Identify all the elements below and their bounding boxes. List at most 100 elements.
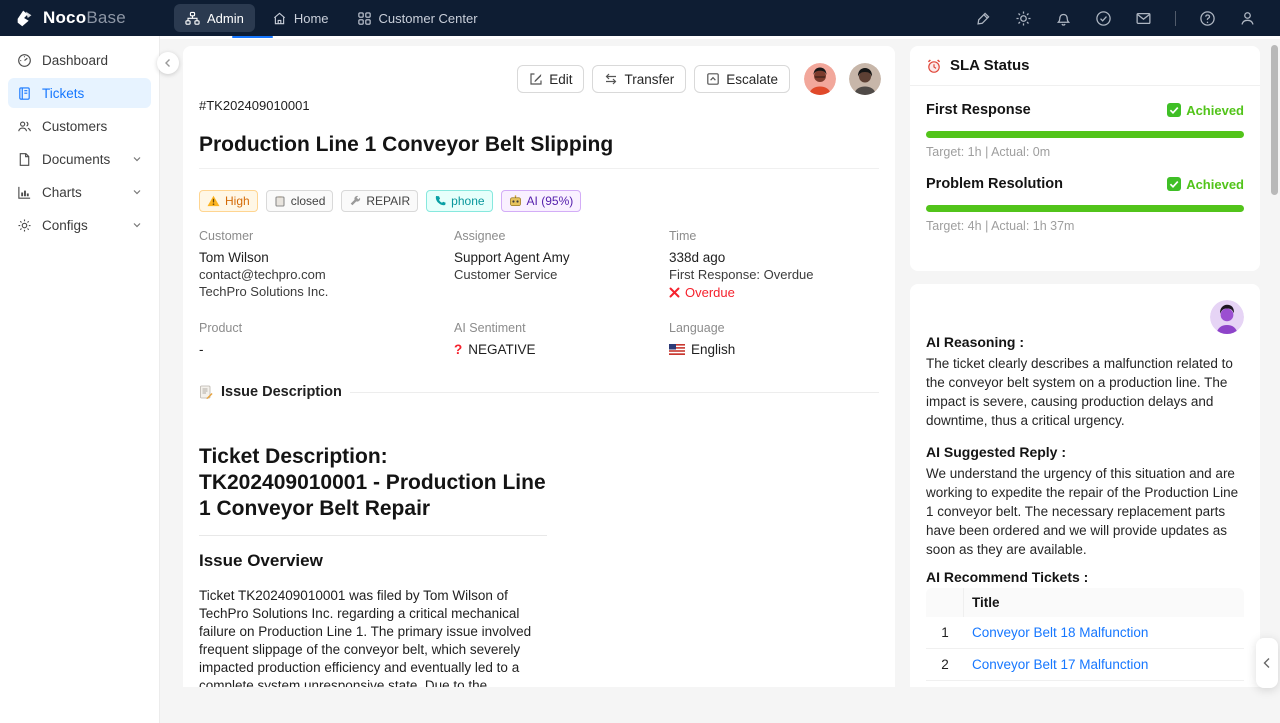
field-label: Assignee — [454, 229, 669, 243]
chevron-down-icon — [132, 154, 142, 164]
document-icon — [17, 152, 32, 167]
time-ago: 338d ago — [669, 250, 879, 265]
sidebar-item-label: Tickets — [42, 86, 84, 101]
us-flag-icon — [669, 344, 685, 355]
description-heading: Ticket Description: TK202409010001 - Pro… — [199, 444, 547, 536]
first-response-status: First Response: Overdue — [669, 267, 879, 284]
customer-email: contact@techpro.com — [199, 267, 454, 284]
question-mark-icon: ? — [454, 342, 462, 357]
field-product: Product - — [199, 321, 454, 359]
table-header-title: Title — [964, 588, 1244, 617]
sidebar-item-charts[interactable]: Charts — [8, 177, 151, 207]
check-badge-icon — [1167, 177, 1181, 191]
dashboard-icon — [17, 53, 32, 68]
section-title: Issue Description — [221, 384, 342, 400]
sla-progress-bar — [926, 131, 1244, 138]
assignee-name: Support Agent Amy — [454, 250, 669, 265]
nav-item-customer-center[interactable]: Customer Center — [346, 4, 489, 32]
sidebar-item-documents[interactable]: Documents — [8, 144, 151, 174]
product-value: - — [199, 342, 454, 357]
edit-button[interactable]: Edit — [517, 65, 584, 93]
transfer-arrows-icon — [604, 72, 618, 86]
escalate-button[interactable]: Escalate — [694, 65, 790, 93]
recommend-tickets-table: Title 1 Conveyor Belt 18 Malfunction 2 C… — [926, 588, 1244, 681]
user-icon[interactable] — [1239, 10, 1256, 27]
field-label: Time — [669, 229, 879, 243]
check-badge-icon — [1167, 103, 1181, 117]
wrench-icon — [349, 195, 361, 207]
field-label: Product — [199, 321, 454, 335]
sidebar-item-customers[interactable]: Customers — [8, 111, 151, 141]
escalate-arrow-icon — [706, 72, 720, 86]
divider — [199, 168, 879, 169]
ticket-link[interactable]: Conveyor Belt 17 Malfunction — [964, 649, 1244, 680]
notifications-bell-icon[interactable] — [1055, 10, 1072, 27]
nav-item-admin[interactable]: Admin — [174, 4, 255, 32]
sidebar-item-label: Charts — [42, 185, 82, 200]
divider — [350, 392, 879, 393]
ai-reasoning-text: The ticket clearly describes a malfuncti… — [926, 354, 1244, 430]
sla-status-card: SLA Status First Response Achieved — [910, 46, 1260, 271]
ai-suggested-reply-text: We understand the urgency of this situat… — [926, 464, 1244, 559]
settings-gear-icon[interactable] — [1015, 10, 1032, 27]
nocobase-logo-icon — [14, 7, 36, 29]
description-body: Ticket TK202409010001 was filed by Tom W… — [199, 587, 547, 687]
field-language: Language English — [669, 321, 879, 359]
ui-editor-pen-icon[interactable] — [975, 10, 992, 27]
overdue-status: Overdue — [669, 285, 879, 302]
sla-item-problem-resolution: Problem Resolution Achieved Target: 4h |… — [926, 176, 1244, 233]
ticket-link[interactable]: Conveyor Belt 18 Malfunction — [964, 617, 1244, 648]
ai-assistant-avatar — [1210, 300, 1244, 334]
chevron-left-icon — [1262, 657, 1272, 669]
sla-target-text: Target: 1h | Actual: 0m — [926, 145, 1244, 159]
right-panel-collapse-button[interactable] — [1256, 638, 1278, 688]
field-assignee: Assignee Support Agent Amy Customer Serv… — [454, 229, 669, 301]
language-value: English — [691, 342, 735, 357]
mail-icon[interactable] — [1135, 10, 1152, 27]
ticket-tags: High closed REPAIR — [199, 190, 879, 212]
field-customer: Customer Tom Wilson contact@techpro.com … — [199, 229, 454, 301]
sidebar-collapse-button[interactable] — [157, 52, 179, 74]
row-index: 1 — [926, 617, 964, 648]
avatar-second-agent[interactable] — [849, 63, 881, 95]
sidebar-item-dashboard[interactable]: Dashboard — [8, 45, 151, 75]
sidebar-item-tickets[interactable]: Tickets — [8, 78, 151, 108]
nav-item-home[interactable]: Home — [261, 4, 340, 32]
table-row: 2 Conveyor Belt 17 Malfunction — [926, 649, 1244, 681]
channel-tag: phone — [426, 190, 492, 212]
ai-reasoning-label: AI Reasoning : — [926, 334, 1244, 350]
ai-suggested-reply-label: AI Suggested Reply : — [926, 444, 1244, 460]
field-time: Time 338d ago First Response: Overdue Ov… — [669, 229, 879, 301]
chevron-left-icon — [163, 58, 173, 68]
edit-icon — [529, 72, 543, 86]
config-gear-icon — [17, 218, 32, 233]
ai-recommend-tickets-label: AI Recommend Tickets : — [926, 569, 1244, 585]
sentiment-value: NEGATIVE — [468, 342, 535, 357]
customers-icon — [17, 119, 32, 134]
sla-progress-bar — [926, 205, 1244, 212]
chevron-down-icon — [132, 187, 142, 197]
nocobase-logo[interactable]: NocoBase — [0, 7, 160, 29]
phone-icon — [434, 195, 446, 207]
ticket-info-grid: Customer Tom Wilson contact@techpro.com … — [199, 229, 879, 359]
sidebar-item-configs[interactable]: Configs — [8, 210, 151, 240]
ticket-number: #TK202409010001 — [199, 98, 879, 113]
status-tag: closed — [266, 190, 334, 212]
help-circle-icon[interactable] — [1199, 10, 1216, 27]
scrollbar-thumb[interactable] — [1271, 45, 1278, 195]
ticket-title: Production Line 1 Conveyor Belt Slipping — [199, 133, 879, 157]
field-label: Language — [669, 321, 879, 335]
topbar-divider — [1175, 11, 1176, 26]
transfer-button[interactable]: Transfer — [592, 65, 686, 93]
ticket-icon — [17, 86, 32, 101]
category-tag: REPAIR — [341, 190, 418, 212]
assignee-team: Customer Service — [454, 267, 669, 284]
chevron-down-icon — [132, 220, 142, 230]
x-icon — [669, 287, 680, 298]
apps-grid-icon — [357, 11, 372, 26]
customer-company: TechPro Solutions Inc. — [199, 284, 454, 301]
tasks-check-circle-icon[interactable] — [1095, 10, 1112, 27]
robot-icon — [509, 195, 522, 207]
sla-title: SLA Status — [950, 57, 1029, 74]
avatar-agent-amy[interactable] — [804, 63, 836, 95]
